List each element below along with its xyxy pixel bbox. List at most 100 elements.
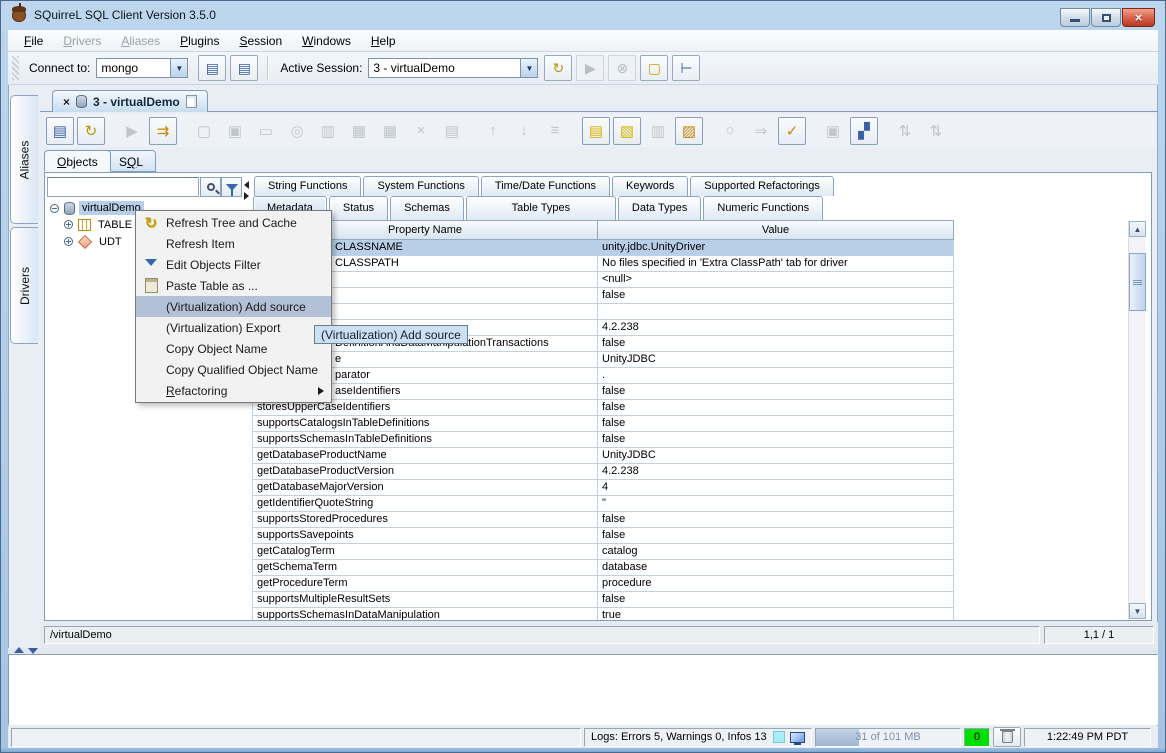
menu-item[interactable]: Help [361, 30, 406, 51]
delete-button[interactable]: × [407, 117, 435, 145]
column-header-value[interactable]: Value [597, 220, 954, 240]
sidebar-tab-drivers[interactable]: Drivers [10, 227, 38, 344]
connect-alias-button[interactable]: ▤ [198, 55, 226, 81]
table-row[interactable]: parator . [252, 368, 956, 384]
detail-tab[interactable]: String Functions [254, 176, 361, 196]
detail-tab[interactable]: Supported Refactorings [690, 176, 834, 196]
run-sql-button[interactable]: ▶ [576, 55, 604, 81]
scrollbar-thumb[interactable] [1129, 253, 1146, 311]
session-combobox[interactable]: 3 - virtualDemo ▼ [368, 58, 538, 78]
table-scrollbar[interactable]: ▲ ▼ [1128, 221, 1145, 619]
tree-node-database[interactable]: virtualDemo [50, 200, 144, 216]
copy-arrow-button[interactable]: ⇒ [747, 117, 775, 145]
new-sql-button[interactable]: ▢ [190, 117, 218, 145]
splitter-up-icon[interactable] [14, 647, 24, 653]
menu-item[interactable]: Aliases [111, 30, 170, 51]
sync-session-button[interactable]: ↻ [544, 55, 572, 81]
new-session-window-button[interactable]: ▢ [640, 55, 668, 81]
copy-result-button[interactable]: ▥ [644, 117, 672, 145]
table-row[interactable]: supportsCatalogsInTableDefinitions false [252, 416, 956, 432]
tab-objects[interactable]: Objects [44, 150, 111, 172]
tree-node[interactable]: UDT [64, 233, 135, 250]
context-menu-item[interactable]: Copy Qualified Object Name [136, 359, 331, 380]
scroll-down-icon[interactable]: ▼ [1129, 603, 1146, 619]
tree-view-button[interactable]: ⊢ [672, 55, 700, 81]
minimize-button[interactable] [1060, 8, 1090, 27]
table-row[interactable]: <null> [252, 272, 956, 288]
table-row[interactable]: supportsStoredProcedures false [252, 512, 956, 528]
close-button[interactable]: × [1122, 8, 1155, 27]
table-row[interactable]: aseIdentifiers false [252, 384, 956, 400]
table-row[interactable]: storesUpperCaseIdentifiers false [252, 400, 956, 416]
context-menu-item[interactable]: Paste Table as ... [136, 275, 331, 296]
find-button[interactable]: ○ [716, 117, 744, 145]
context-menu-item[interactable]: Refresh Tree and Cache [136, 212, 331, 233]
detail-tab[interactable]: Keywords [612, 176, 688, 196]
edit-bookmark-button[interactable]: ▞ [850, 117, 878, 145]
context-menu-item[interactable]: Refresh Item [136, 233, 331, 254]
object-filter-input[interactable] [47, 177, 199, 197]
menu-item[interactable]: Plugins [170, 30, 229, 51]
menu-item[interactable]: Session [229, 30, 292, 51]
copy-sql-button[interactable]: ▥ [314, 117, 342, 145]
tab-sql[interactable]: SQL [106, 150, 156, 172]
sync-up-button[interactable]: ⇅ [891, 117, 919, 145]
maximize-button[interactable] [1091, 8, 1121, 27]
next-button[interactable]: ↓ [510, 117, 538, 145]
cancel-sql-button[interactable]: ⊗ [608, 55, 636, 81]
table-row[interactable]: getDatabaseProductVersion 4.2.238 [252, 464, 956, 480]
open-sql-button[interactable]: ▭ [252, 117, 280, 145]
context-menu-item[interactable]: (Virtualization) Export [136, 317, 331, 338]
edit-sql-button[interactable]: ▣ [221, 117, 249, 145]
paste-button[interactable]: ▨ [675, 117, 703, 145]
session-tab[interactable]: × 3 - virtualDemo [52, 90, 208, 112]
detail-tab[interactable]: System Functions [363, 176, 478, 196]
table-row[interactable]: supportsMultipleResultSets false [252, 592, 956, 608]
chevron-down-icon[interactable]: ▼ [520, 59, 537, 77]
format-rows-button[interactable]: ▤ [582, 117, 610, 145]
table-row[interactable]: CLASSPATH No files specified in 'Extra C… [252, 256, 956, 272]
memory-gauge[interactable]: 31 of 101 MB [815, 728, 961, 747]
detail-tab[interactable]: Time/Date Functions [481, 176, 610, 196]
detail-tab[interactable]: Numeric Functions [703, 196, 823, 220]
tree-expand-handle[interactable] [50, 204, 59, 213]
table-row[interactable]: getDatabaseProductName UnityJDBC [252, 448, 956, 464]
sync-down-button[interactable]: ⇅ [922, 117, 950, 145]
print-button[interactable]: ▤ [438, 117, 466, 145]
context-menu-item[interactable]: Copy Object Name [136, 338, 331, 359]
history-button[interactable]: ◎ [283, 117, 311, 145]
table-row[interactable]: getDatabaseMajorVersion 4 [252, 480, 956, 496]
table-row[interactable]: getIdentifierQuoteString " [252, 496, 956, 512]
menu-item[interactable]: File [14, 30, 53, 51]
context-menu-item[interactable]: (Virtualization) Add source [136, 296, 331, 317]
menu-item[interactable]: Drivers [53, 30, 111, 51]
toolbar-grip[interactable] [12, 56, 19, 80]
validate-button[interactable]: ✓ [778, 117, 806, 145]
context-menu-item[interactable]: Edit Objects Filter [136, 254, 331, 275]
list-button[interactable]: ≡ [541, 117, 569, 145]
scroll-up-icon[interactable]: ▲ [1129, 221, 1146, 237]
table-row[interactable]: getSchemaTerm database [252, 560, 956, 576]
format-select-button[interactable]: ▧ [613, 117, 641, 145]
tree-node[interactable]: TABLE [64, 216, 135, 233]
refresh-tree-button[interactable]: ↻ [77, 117, 105, 145]
close-session-icon[interactable]: × [63, 95, 70, 109]
table-row[interactable]: supportsSchemasInTableDefinitions false [252, 432, 956, 448]
detail-tab[interactable]: Status [329, 196, 388, 220]
detail-tab[interactable]: Table Types [466, 196, 616, 220]
connect-session-button[interactable]: ▤ [46, 117, 74, 145]
split-collapse-buttons[interactable] [244, 181, 250, 200]
save-button[interactable]: ▦ [345, 117, 373, 145]
bookmarks-button[interactable]: ▣ [819, 117, 847, 145]
find-in-tree-button[interactable] [200, 177, 221, 197]
table-row[interactable]: e UnityJDBC [252, 352, 956, 368]
table-row[interactable]: supportsSchemasInDataManipulation true [252, 608, 956, 620]
previous-button[interactable]: ↑ [479, 117, 507, 145]
tree-expand-handle[interactable] [64, 237, 73, 246]
context-menu-item[interactable]: Refactoring [136, 380, 331, 401]
table-row[interactable]: supportsSavepoints false [252, 528, 956, 544]
filter-tree-button[interactable] [221, 177, 242, 197]
log-viewer-icon[interactable] [790, 732, 805, 743]
table-row[interactable]: false [252, 288, 956, 304]
table-row[interactable] [252, 304, 956, 320]
